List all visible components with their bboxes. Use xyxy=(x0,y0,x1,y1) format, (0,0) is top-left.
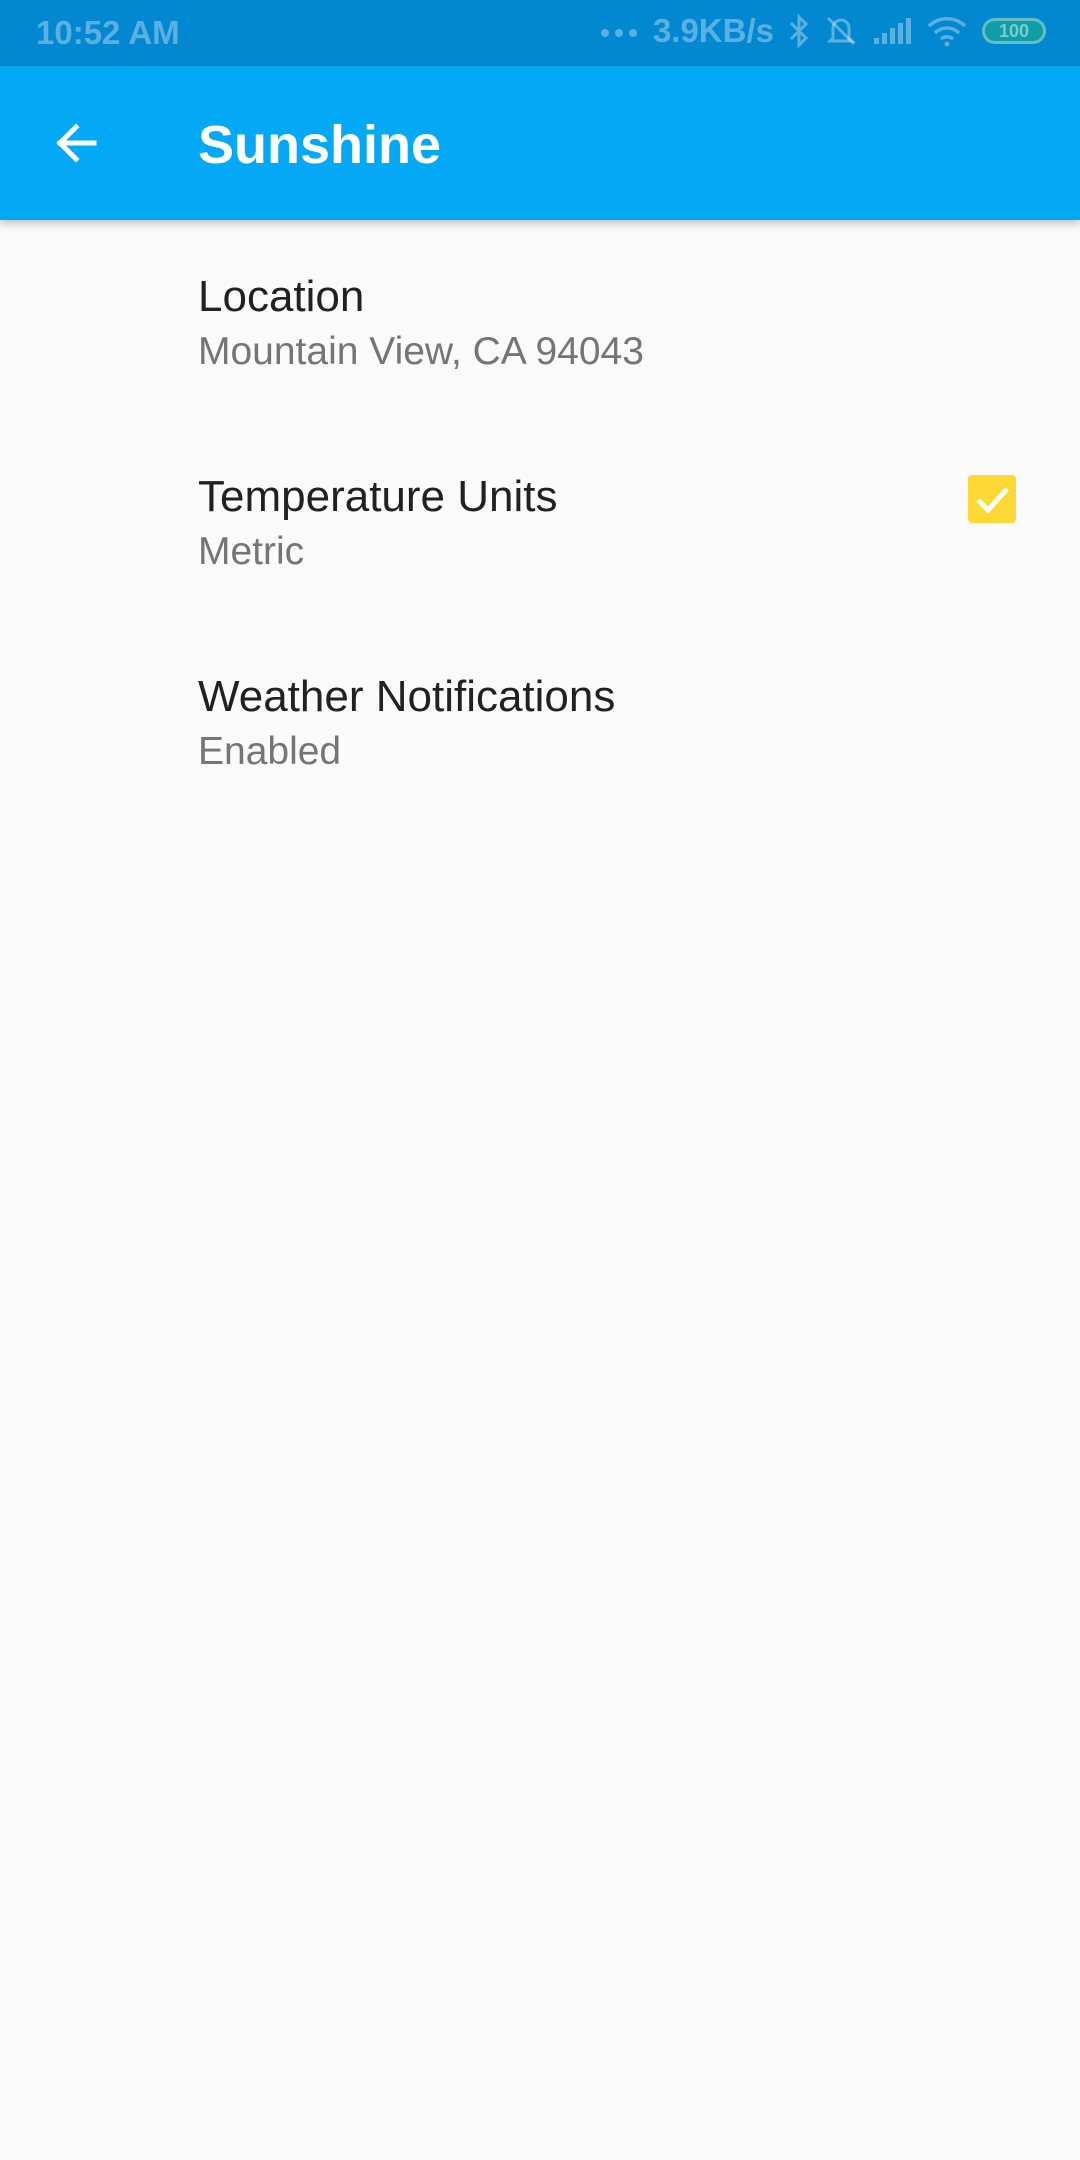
status-icons: 3.9KB/s 100 xyxy=(599,12,1046,50)
arrow-back-icon xyxy=(56,123,97,163)
status-time: 10:52 AM xyxy=(36,14,180,51)
wifi-icon xyxy=(927,17,967,47)
mute-alarm-icon xyxy=(826,16,856,46)
pref-temperature-units[interactable]: Temperature Units Metric xyxy=(0,420,1080,620)
pref-title: Temperature Units xyxy=(198,472,558,521)
bluetooth-icon xyxy=(789,14,809,48)
pref-title: Location xyxy=(198,272,365,321)
more-dots-icon xyxy=(600,29,637,37)
checkmark-icon xyxy=(976,487,1009,514)
net-speed: 3.9KB/s xyxy=(652,12,774,49)
battery-icon: 100 xyxy=(982,18,1046,44)
app-bar: Sunshine xyxy=(0,66,1080,220)
pref-summary: Enabled xyxy=(198,730,342,773)
preference-list: Location Mountain View, CA 94043 Tempera… xyxy=(0,220,1080,820)
back-button[interactable] xyxy=(32,99,120,187)
battery-level: 100 xyxy=(998,20,1030,41)
signal-icon xyxy=(874,18,911,44)
page-title: Sunshine xyxy=(198,115,442,175)
pref-summary: Metric xyxy=(198,530,305,573)
pref-title: Weather Notifications xyxy=(198,672,616,721)
pref-summary: Mountain View, CA 94043 xyxy=(198,330,644,373)
pref-location[interactable]: Location Mountain View, CA 94043 xyxy=(0,220,1080,420)
status-bar: 10:52 AM 3.9KB/s 100 xyxy=(0,0,1080,66)
pref-weather-notifications[interactable]: Weather Notifications Enabled xyxy=(0,620,1080,820)
notifications-checkbox[interactable] xyxy=(968,475,1016,523)
